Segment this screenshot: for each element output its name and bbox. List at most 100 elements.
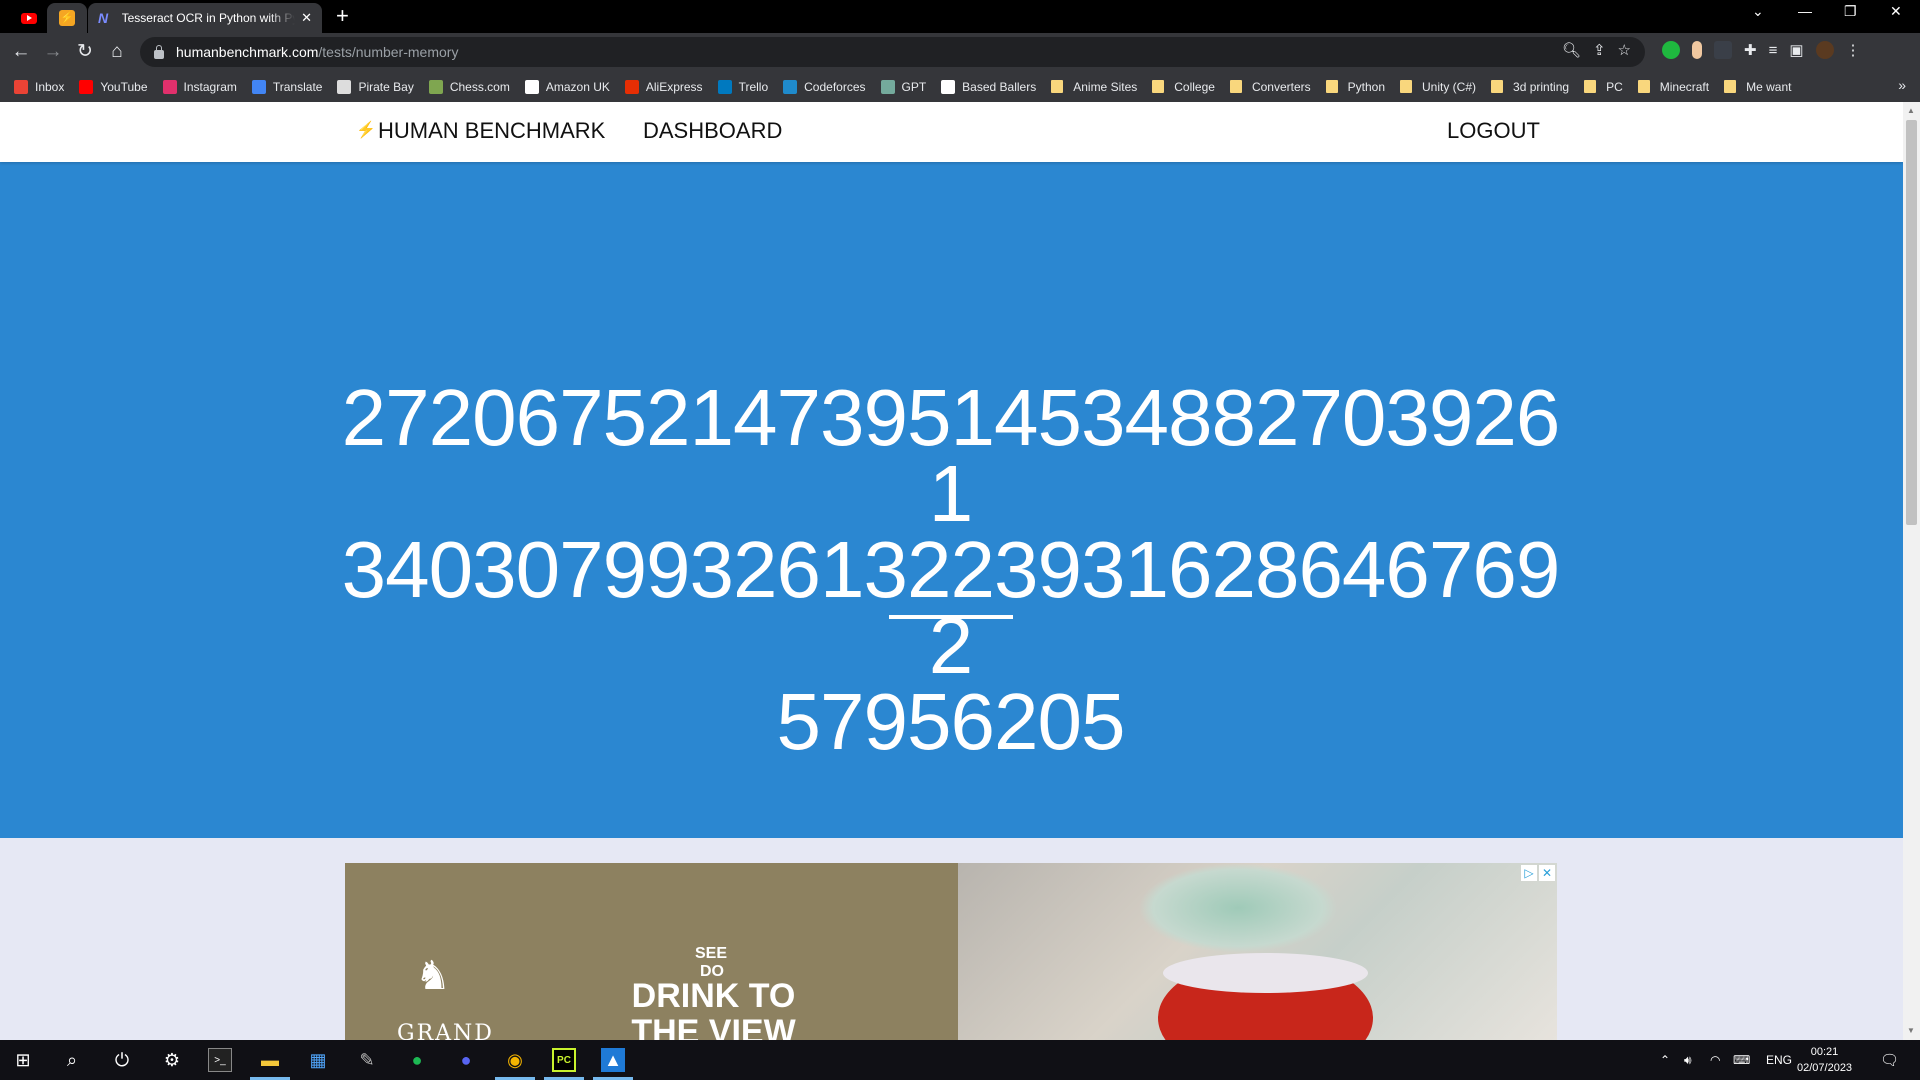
- extension-cup-icon[interactable]: [1692, 41, 1702, 59]
- dashboard-link[interactable]: DASHBOARD: [643, 118, 782, 144]
- reload-button[interactable]: ↻: [74, 41, 96, 63]
- bookmark-3d-printing[interactable]: 3d printing: [1491, 80, 1569, 94]
- bookmark-college[interactable]: College: [1152, 80, 1215, 94]
- paint-icon[interactable]: ✎: [355, 1048, 379, 1072]
- ad-dome-shape: [1138, 863, 1338, 953]
- lock-icon[interactable]: [154, 44, 164, 59]
- tab-favicon-icon: N: [98, 10, 109, 26]
- side-panel-icon[interactable]: ▣: [1789, 41, 1803, 59]
- volume-icon[interactable]: 🔊︎: [1684, 1040, 1692, 1080]
- minimize-button[interactable]: —: [1798, 3, 1812, 19]
- spotify-icon[interactable]: ●: [405, 1048, 429, 1072]
- avatar[interactable]: [1815, 41, 1834, 59]
- pinned-tab-human-benchmark[interactable]: ⚡: [47, 3, 87, 33]
- search-icon[interactable]: ⌕: [60, 1048, 84, 1072]
- bookmark-minecraft[interactable]: Minecraft: [1637, 80, 1709, 94]
- close-window-button[interactable]: ✕: [1890, 3, 1902, 20]
- bookmark-trello[interactable]: Trello: [717, 79, 769, 94]
- terminal-icon[interactable]: >_: [208, 1048, 232, 1072]
- bookmark-codeforces[interactable]: Codeforces: [783, 79, 866, 94]
- bookmark-converters[interactable]: Converters: [1229, 80, 1311, 94]
- bookmark-pirate-bay[interactable]: Pirate Bay: [337, 79, 414, 94]
- settings-gear-icon[interactable]: ⚙: [160, 1048, 184, 1072]
- keyboard-icon[interactable]: ⌨: [1733, 1040, 1750, 1080]
- adchoices-icon[interactable]: ▷: [1521, 865, 1537, 881]
- test-area[interactable]: 27206752147395145348827039261 3403079932…: [0, 162, 1903, 838]
- restore-button[interactable]: ❐: [1844, 3, 1857, 20]
- scroll-thumb[interactable]: [1906, 120, 1917, 525]
- tab-tesseract[interactable]: N Tesseract OCR in Python with Py ✕: [88, 3, 322, 33]
- extensions-area: ✚ ≡ ▣ ⋮: [1662, 41, 1861, 59]
- language-indicator[interactable]: ENG: [1766, 1040, 1792, 1080]
- bookmark-amazon-uk[interactable]: Amazon UK: [524, 79, 610, 94]
- pycharm-icon[interactable]: PC: [552, 1048, 576, 1072]
- tab-search-icon[interactable]: ⌄: [1752, 3, 1764, 20]
- close-icon[interactable]: ✕: [301, 10, 312, 26]
- bookmark-youtube[interactable]: YouTube: [79, 79, 148, 94]
- new-tab-button[interactable]: +: [336, 4, 349, 28]
- bookmark-unity-c[interactable]: Unity (C#): [1400, 80, 1476, 94]
- lightning-icon: ⚡: [356, 122, 376, 139]
- bookmarks-bar: Inbox YouTube Instagram Translate Pirate Bay…: [0, 71, 1920, 102]
- zoom-icon[interactable]: 🔍︎: [1562, 41, 1581, 59]
- reading-list-icon[interactable]: ≡: [1769, 42, 1778, 59]
- folder-icon: [1491, 80, 1504, 93]
- extension-green-icon[interactable]: [1662, 41, 1680, 59]
- power-icon[interactable]: ⏻: [110, 1048, 134, 1072]
- home-button[interactable]: ⌂: [106, 41, 128, 63]
- ad-photo: [958, 863, 1557, 1040]
- ad-see: SEE: [695, 945, 728, 962]
- bookmark-label: Based Ballers: [962, 79, 1037, 94]
- chrome-icon[interactable]: ◉: [503, 1048, 527, 1072]
- bookmark-instagram[interactable]: Instagram: [162, 79, 237, 94]
- folder-icon: [1229, 80, 1242, 93]
- scroll-down-icon[interactable]: ▼: [1907, 1026, 1915, 1035]
- pirate-bay-icon: [337, 79, 352, 94]
- scroll-up-icon[interactable]: ▲: [1907, 106, 1915, 115]
- brand-link[interactable]: ⚡ HUMAN BENCHMARK: [356, 118, 605, 144]
- bookmark-inbox[interactable]: Inbox: [14, 79, 64, 94]
- bookmark-gpt[interactable]: GPT: [880, 79, 926, 94]
- bookmark-pc[interactable]: PC: [1584, 80, 1623, 94]
- bookmark-translate[interactable]: Translate: [251, 79, 322, 94]
- address-bar[interactable]: humanbenchmark.com/tests/number-memory 🔍…: [140, 37, 1645, 67]
- logout-link[interactable]: LOGOUT: [1447, 118, 1540, 144]
- bookmark-label: Python: [1347, 79, 1385, 94]
- forward-button[interactable]: →: [42, 41, 64, 63]
- bookmark-python[interactable]: Python: [1325, 79, 1385, 94]
- notification-icon[interactable]: 🗨︎: [1880, 1040, 1899, 1080]
- puzzle-icon[interactable]: ✚: [1744, 41, 1757, 59]
- file-explorer-icon[interactable]: ▬: [258, 1048, 282, 1072]
- windows-start-icon[interactable]: ⊞: [11, 1048, 35, 1072]
- url-host: humanbenchmark.com: [176, 44, 319, 60]
- chess-icon: [428, 79, 443, 94]
- back-button[interactable]: ←: [10, 41, 32, 63]
- aliexpress-icon: [624, 79, 639, 94]
- bookmark-me-want[interactable]: Me want: [1724, 80, 1791, 94]
- store-icon[interactable]: ▦: [306, 1048, 330, 1072]
- wifi-icon[interactable]: ◠: [1710, 1040, 1720, 1080]
- share-icon[interactable]: ⇪: [1593, 41, 1606, 59]
- photos-icon[interactable]: ▲: [601, 1048, 625, 1072]
- bookmark-anime-sites[interactable]: Anime Sites: [1051, 80, 1137, 94]
- extension-off-icon[interactable]: [1714, 41, 1732, 59]
- bookmark-chess-com[interactable]: Chess.com: [428, 79, 510, 94]
- number-line-2: 34030799326132239316286467692: [341, 525, 1561, 690]
- page-scrollbar[interactable]: ▲ ▼: [1903, 102, 1920, 1040]
- tray-chevron-icon[interactable]: ⌃: [1660, 1040, 1670, 1080]
- discord-icon[interactable]: ●: [454, 1048, 478, 1072]
- bookmark-label: Trello: [738, 79, 769, 94]
- advertisement-banner[interactable]: ♞ GRAND SEE DO DRINK TO THE VIEW ▷ ✕: [345, 863, 1557, 1040]
- site-navbar: ⚡ HUMAN BENCHMARK DASHBOARD LOGOUT: [0, 102, 1903, 162]
- bookmark-based-ballers[interactable]: Based Ballers: [941, 79, 1037, 94]
- ad-close-icon[interactable]: ✕: [1539, 865, 1555, 881]
- bookmarks-overflow-icon[interactable]: »: [1898, 77, 1906, 93]
- bookmark-label: Amazon UK: [545, 79, 610, 94]
- pinned-tab-youtube[interactable]: [9, 3, 49, 33]
- tab-title: Tesseract OCR in Python with Py: [121, 11, 296, 25]
- clock[interactable]: 00:21 02/07/2023: [1797, 1044, 1852, 1076]
- folder-icon: [1637, 80, 1650, 93]
- bookmark-aliexpress[interactable]: AliExpress: [624, 79, 703, 94]
- bookmark-star-icon[interactable]: ☆: [1618, 41, 1631, 59]
- menu-kebab-icon[interactable]: ⋮: [1846, 41, 1861, 59]
